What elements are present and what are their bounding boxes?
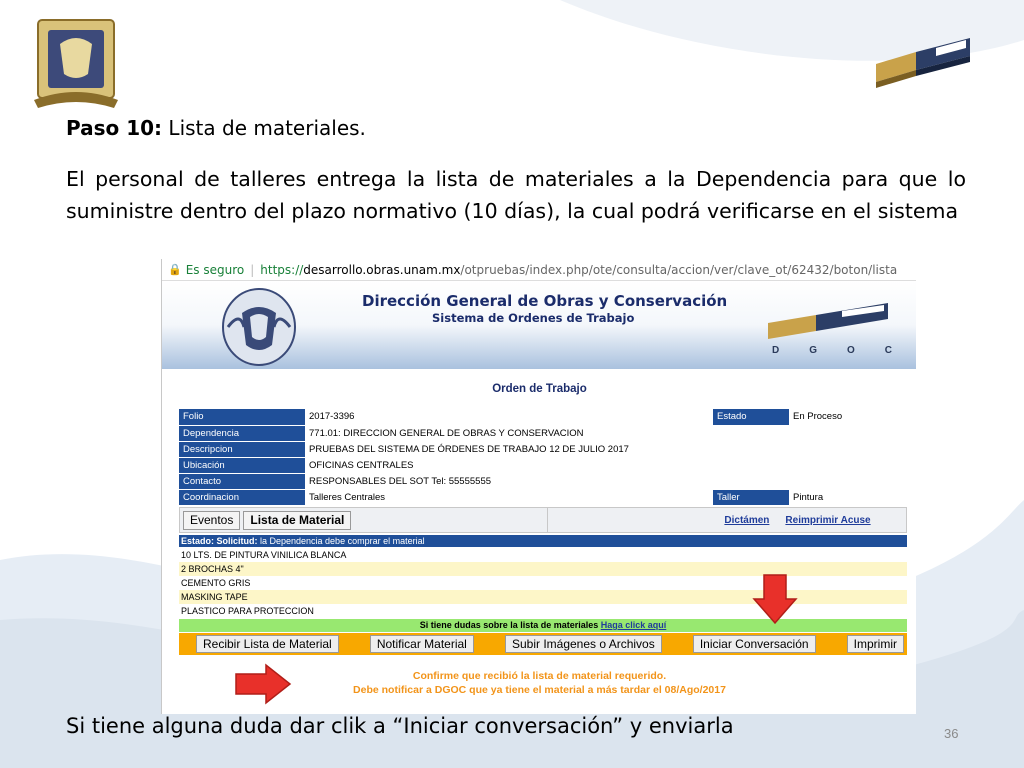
descripcion-label: Descripcion: [179, 441, 305, 458]
dudas-text: Si tiene dudas sobre la lista de materia…: [419, 620, 601, 630]
dependencia-value: 771.01: DIRECCION GENERAL DE OBRAS Y CON…: [305, 425, 713, 442]
estado-label: Estado: [713, 409, 789, 426]
imprimir-button[interactable]: Imprimir: [846, 635, 904, 653]
arrow-right-icon: [235, 663, 292, 705]
estado-value: En Proceso: [789, 409, 907, 426]
table-row: Coordinacion Talleres Centrales Taller P…: [179, 489, 907, 506]
notificar-material-button[interactable]: Notificar Material: [369, 635, 474, 653]
address-bar[interactable]: 🔒 Es seguro | https://desarrollo.obras.u…: [162, 259, 916, 281]
taller-value: Pintura: [789, 489, 907, 506]
banner-subtitle: Sistema de Ordenes de Trabajo: [432, 311, 635, 325]
descripcion-value: PRUEBAS DEL SISTEMA DE ÓRDENES DE TRABAJ…: [305, 441, 713, 458]
recibir-lista-button[interactable]: Recibir Lista de Material: [196, 635, 339, 653]
contacto-value: RESPONSABLES DEL SOT Tel: 55555555: [305, 473, 713, 490]
url-host: desarrollo.obras.unam.mx: [303, 262, 461, 277]
estado-status-text: la Dependencia debe comprar el material: [257, 536, 425, 546]
folio-value: 2017-3396: [305, 409, 713, 426]
step-description: El personal de talleres entrega la lista…: [66, 167, 966, 223]
table-row: Dependencia 771.01: DIRECCION GENERAL DE…: [179, 425, 907, 442]
toolbar-divider: [547, 507, 549, 533]
step-number: Paso 10:: [66, 116, 163, 140]
system-screenshot: 🔒 Es seguro | https://desarrollo.obras.u…: [161, 259, 916, 714]
banner-title: Dirección General de Obras y Conservació…: [362, 292, 728, 310]
ubicacion-label: Ubicación: [179, 457, 305, 474]
order-info-table: Folio 2017-3396 Estado En Proceso Depend…: [179, 409, 907, 506]
url-path: /otpruebas/index.php/ote/consulta/accion…: [460, 262, 898, 277]
secure-label: Es seguro: [185, 262, 245, 277]
dictamen-link[interactable]: Dictámen: [724, 515, 769, 526]
estado-status-bar: Estado: Solicitud: la Dependencia debe c…: [179, 535, 907, 547]
unam-crest-icon: [222, 288, 296, 366]
table-row: Descripcion PRUEBAS DEL SISTEMA DE ÓRDEN…: [179, 441, 907, 458]
iniciar-conversacion-button[interactable]: Iniciar Conversación: [692, 635, 816, 653]
unam-crest-logo: [34, 19, 118, 108]
dgoc-banner-logo: [768, 303, 888, 339]
page-number: 36: [944, 726, 959, 741]
dgoc-3d-logo: [876, 38, 970, 88]
table-row: Contacto RESPONSABLES DEL SOT Tel: 55555…: [179, 473, 907, 490]
coordinacion-value: Talleres Centrales: [305, 489, 713, 506]
lock-icon: 🔒: [168, 263, 182, 276]
reimprimir-acuse-link[interactable]: Reimprimir Acuse: [785, 515, 870, 526]
table-row: Ubicación OFICINAS CENTRALES: [179, 457, 907, 474]
step-title: Lista de materiales.: [162, 116, 366, 140]
order-title: Orden de Trabajo: [492, 383, 587, 395]
taller-label: Taller: [713, 489, 789, 506]
url-scheme: https://: [260, 262, 304, 277]
url-separator: |: [250, 262, 255, 277]
order-toolbar: Eventos Lista de Material Dictámen Reimp…: [179, 507, 907, 533]
step-heading: Paso 10: Lista de materiales.: [66, 116, 366, 140]
subir-imagenes-button[interactable]: Subir Imágenes o Archivos: [504, 635, 662, 653]
list-item: 10 LTS. DE PINTURA VINILICA BLANCA: [179, 548, 907, 562]
tab-lista-material[interactable]: Lista de Material: [243, 510, 352, 530]
estado-status-label: Estado: Solicitud:: [181, 536, 258, 546]
folio-label: Folio: [179, 409, 305, 426]
tab-eventos[interactable]: Eventos: [183, 510, 241, 530]
dgoc-letters: DGOC: [772, 345, 916, 356]
slide-footer-text: Si tiene alguna duda dar clik a “Iniciar…: [66, 714, 734, 738]
arrow-down-icon: [752, 574, 798, 625]
ubicacion-value: OFICINAS CENTRALES: [305, 457, 713, 474]
haga-click-link[interactable]: Haga click aquí: [601, 620, 667, 630]
contacto-label: Contacto: [179, 473, 305, 490]
table-row: Folio 2017-3396 Estado En Proceso: [179, 409, 907, 426]
actions-bar: Recibir Lista de Material Notificar Mate…: [179, 633, 907, 655]
coordinacion-label: Coordinacion: [179, 489, 305, 506]
site-banner: Dirección General de Obras y Conservació…: [162, 281, 916, 369]
dependencia-label: Dependencia: [179, 425, 305, 442]
